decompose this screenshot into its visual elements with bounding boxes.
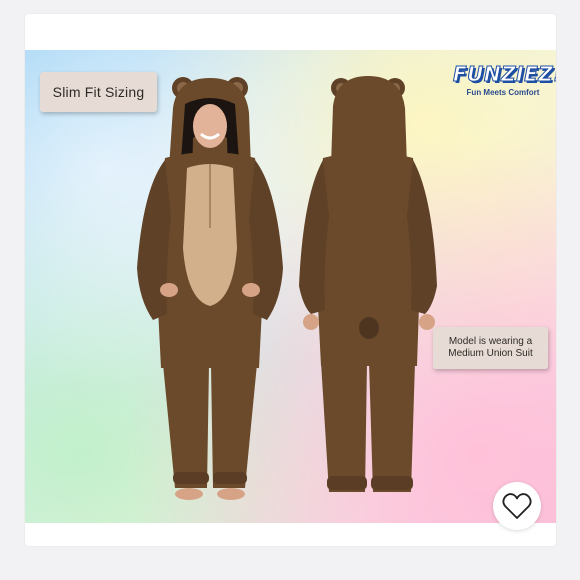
model-size-badge: Model is wearing a Medium Union Suit — [433, 327, 548, 369]
model-size-line-1: Model is wearing a — [448, 336, 533, 347]
front-view-figure — [137, 77, 283, 500]
slim-fit-label: Slim Fit Sizing — [52, 84, 145, 100]
model-size-line-2: Medium Union Suit — [448, 348, 533, 359]
brand-logo: FUNZIEZ! Fun Meets Comfort — [453, 62, 557, 98]
heart-outline-icon — [502, 493, 532, 519]
brand-tagline: Fun Meets Comfort — [466, 88, 540, 97]
back-view-figure — [299, 76, 437, 492]
favorite-button[interactable] — [493, 482, 541, 530]
slim-fit-badge: Slim Fit Sizing — [40, 72, 157, 112]
product-image-card: Slim Fit Sizing FUNZIEZ! Fun Meets Comfo… — [25, 14, 556, 546]
product-photo[interactable]: Slim Fit Sizing FUNZIEZ! Fun Meets Comfo… — [25, 50, 556, 523]
brand-logo-text: FUNZIEZ! — [453, 62, 557, 87]
